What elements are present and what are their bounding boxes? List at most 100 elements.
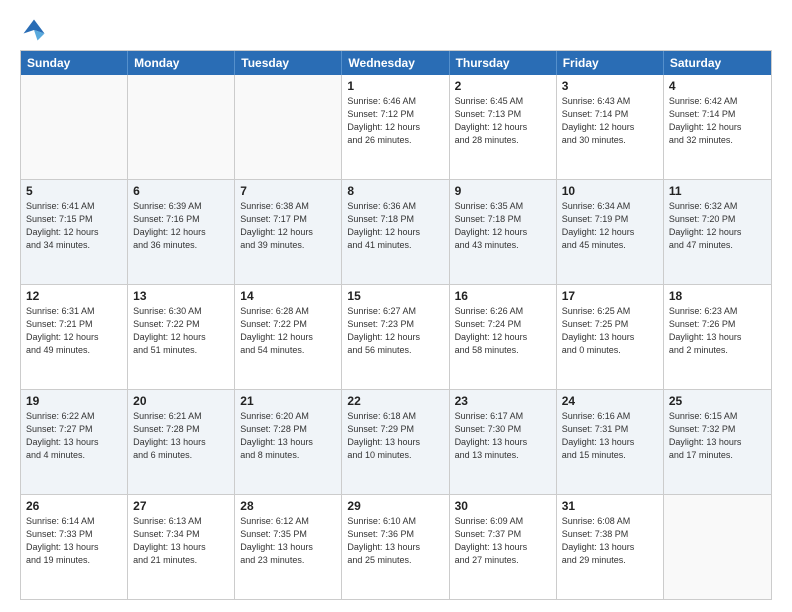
day-info: Sunrise: 6:45 AM Sunset: 7:13 PM Dayligh… [455, 95, 551, 147]
day-number: 19 [26, 394, 122, 408]
day-info: Sunrise: 6:28 AM Sunset: 7:22 PM Dayligh… [240, 305, 336, 357]
empty-day-cell [128, 75, 235, 179]
day-number: 13 [133, 289, 229, 303]
page: SundayMondayTuesdayWednesdayThursdayFrid… [0, 0, 792, 612]
day-info: Sunrise: 6:15 AM Sunset: 7:32 PM Dayligh… [669, 410, 766, 462]
logo [20, 16, 52, 44]
day-cell-31: 31 Sunrise: 6:08 AM Sunset: 7:38 PM Dayli… [557, 495, 664, 599]
day-header-thursday: Thursday [450, 51, 557, 75]
day-info: Sunrise: 6:38 AM Sunset: 7:17 PM Dayligh… [240, 200, 336, 252]
calendar-body: 1 Sunrise: 6:46 AM Sunset: 7:12 PM Daylig… [21, 75, 771, 599]
week-row-2: 5 Sunrise: 6:41 AM Sunset: 7:15 PM Daylig… [21, 180, 771, 285]
day-number: 8 [347, 184, 443, 198]
day-number: 16 [455, 289, 551, 303]
day-cell-18: 18 Sunrise: 6:23 AM Sunset: 7:26 PM Dayli… [664, 285, 771, 389]
day-cell-29: 29 Sunrise: 6:10 AM Sunset: 7:36 PM Dayli… [342, 495, 449, 599]
day-cell-19: 19Sunrise: 6:22 AM Sunset: 7:27 PM Dayli… [21, 390, 128, 494]
day-number: 6 [133, 184, 229, 198]
day-number: 31 [562, 499, 658, 513]
day-info: Sunrise: 6:14 AM Sunset: 7:33 PM Dayligh… [26, 515, 122, 567]
day-info: Sunrise: 6:39 AM Sunset: 7:16 PM Dayligh… [133, 200, 229, 252]
day-number: 4 [669, 79, 766, 93]
day-info: Sunrise: 6:23 AM Sunset: 7:26 PM Dayligh… [669, 305, 766, 357]
day-cell-20: 20Sunrise: 6:21 AM Sunset: 7:28 PM Dayli… [128, 390, 235, 494]
day-info: Sunrise: 6:18 AM Sunset: 7:29 PM Dayligh… [347, 410, 443, 462]
day-cell-21: 21Sunrise: 6:20 AM Sunset: 7:28 PM Dayli… [235, 390, 342, 494]
day-cell-28: 28 Sunrise: 6:12 AM Sunset: 7:35 PM Dayli… [235, 495, 342, 599]
day-info: Sunrise: 6:10 AM Sunset: 7:36 PM Dayligh… [347, 515, 443, 567]
day-cell-14: 14 Sunrise: 6:28 AM Sunset: 7:22 PM Dayli… [235, 285, 342, 389]
day-header-wednesday: Wednesday [342, 51, 449, 75]
day-number: 18 [669, 289, 766, 303]
day-info: Sunrise: 6:12 AM Sunset: 7:35 PM Dayligh… [240, 515, 336, 567]
day-info: Sunrise: 6:46 AM Sunset: 7:12 PM Dayligh… [347, 95, 443, 147]
day-number: 21 [240, 394, 336, 408]
day-info: Sunrise: 6:27 AM Sunset: 7:23 PM Dayligh… [347, 305, 443, 357]
day-number: 22 [347, 394, 443, 408]
day-number: 2 [455, 79, 551, 93]
day-info: Sunrise: 6:08 AM Sunset: 7:38 PM Dayligh… [562, 515, 658, 567]
day-info: Sunrise: 6:36 AM Sunset: 7:18 PM Dayligh… [347, 200, 443, 252]
day-info: Sunrise: 6:13 AM Sunset: 7:34 PM Dayligh… [133, 515, 229, 567]
day-info: Sunrise: 6:31 AM Sunset: 7:21 PM Dayligh… [26, 305, 122, 357]
day-cell-4: 4 Sunrise: 6:42 AM Sunset: 7:14 PM Daylig… [664, 75, 771, 179]
day-number: 26 [26, 499, 122, 513]
empty-day-cell [664, 495, 771, 599]
day-number: 23 [455, 394, 551, 408]
empty-day-cell [21, 75, 128, 179]
day-number: 10 [562, 184, 658, 198]
day-cell-10: 10 Sunrise: 6:34 AM Sunset: 7:19 PM Dayli… [557, 180, 664, 284]
day-cell-27: 27 Sunrise: 6:13 AM Sunset: 7:34 PM Dayli… [128, 495, 235, 599]
day-number: 1 [347, 79, 443, 93]
day-cell-25: 25 Sunrise: 6:15 AM Sunset: 7:32 PM Dayli… [664, 390, 771, 494]
day-info: Sunrise: 6:34 AM Sunset: 7:19 PM Dayligh… [562, 200, 658, 252]
day-cell-30: 30 Sunrise: 6:09 AM Sunset: 7:37 PM Dayli… [450, 495, 557, 599]
day-info: Sunrise: 6:42 AM Sunset: 7:14 PM Dayligh… [669, 95, 766, 147]
day-cell-11: 11 Sunrise: 6:32 AM Sunset: 7:20 PM Dayli… [664, 180, 771, 284]
day-number: 28 [240, 499, 336, 513]
day-info: Sunrise: 6:09 AM Sunset: 7:37 PM Dayligh… [455, 515, 551, 567]
day-info: Sunrise: 6:32 AM Sunset: 7:20 PM Dayligh… [669, 200, 766, 252]
day-number: 27 [133, 499, 229, 513]
day-number: 24 [562, 394, 658, 408]
day-number: 14 [240, 289, 336, 303]
day-number: 7 [240, 184, 336, 198]
day-cell-6: 6 Sunrise: 6:39 AM Sunset: 7:16 PM Daylig… [128, 180, 235, 284]
day-cell-15: 15Sunrise: 6:27 AM Sunset: 7:23 PM Dayli… [342, 285, 449, 389]
day-info: Sunrise: 6:25 AM Sunset: 7:25 PM Dayligh… [562, 305, 658, 357]
day-number: 20 [133, 394, 229, 408]
day-info: Sunrise: 6:43 AM Sunset: 7:14 PM Dayligh… [562, 95, 658, 147]
day-cell-9: 9Sunrise: 6:35 AM Sunset: 7:18 PM Daylig… [450, 180, 557, 284]
day-info: Sunrise: 6:41 AM Sunset: 7:15 PM Dayligh… [26, 200, 122, 252]
day-headers-row: SundayMondayTuesdayWednesdayThursdayFrid… [21, 51, 771, 75]
day-cell-1: 1 Sunrise: 6:46 AM Sunset: 7:12 PM Daylig… [342, 75, 449, 179]
day-header-monday: Monday [128, 51, 235, 75]
day-cell-8: 8 Sunrise: 6:36 AM Sunset: 7:18 PM Daylig… [342, 180, 449, 284]
day-number: 25 [669, 394, 766, 408]
day-number: 11 [669, 184, 766, 198]
week-row-5: 26 Sunrise: 6:14 AM Sunset: 7:33 PM Dayli… [21, 495, 771, 599]
week-row-1: 1 Sunrise: 6:46 AM Sunset: 7:12 PM Daylig… [21, 75, 771, 180]
day-cell-5: 5 Sunrise: 6:41 AM Sunset: 7:15 PM Daylig… [21, 180, 128, 284]
day-cell-26: 26 Sunrise: 6:14 AM Sunset: 7:33 PM Dayli… [21, 495, 128, 599]
day-cell-7: 7 Sunrise: 6:38 AM Sunset: 7:17 PM Daylig… [235, 180, 342, 284]
day-info: Sunrise: 6:26 AM Sunset: 7:24 PM Dayligh… [455, 305, 551, 357]
day-cell-24: 24 Sunrise: 6:16 AM Sunset: 7:31 PM Dayli… [557, 390, 664, 494]
day-header-friday: Friday [557, 51, 664, 75]
day-info: Sunrise: 6:16 AM Sunset: 7:31 PM Dayligh… [562, 410, 658, 462]
logo-icon [20, 16, 48, 44]
day-number: 17 [562, 289, 658, 303]
day-cell-17: 17 Sunrise: 6:25 AM Sunset: 7:25 PM Dayli… [557, 285, 664, 389]
day-info: Sunrise: 6:17 AM Sunset: 7:30 PM Dayligh… [455, 410, 551, 462]
week-row-3: 12 Sunrise: 6:31 AM Sunset: 7:21 PM Dayli… [21, 285, 771, 390]
day-cell-13: 13Sunrise: 6:30 AM Sunset: 7:22 PM Dayli… [128, 285, 235, 389]
day-number: 5 [26, 184, 122, 198]
calendar: SundayMondayTuesdayWednesdayThursdayFrid… [20, 50, 772, 600]
day-number: 12 [26, 289, 122, 303]
day-cell-2: 2 Sunrise: 6:45 AM Sunset: 7:13 PM Daylig… [450, 75, 557, 179]
day-number: 30 [455, 499, 551, 513]
day-cell-3: 3Sunrise: 6:43 AM Sunset: 7:14 PM Daylig… [557, 75, 664, 179]
day-number: 29 [347, 499, 443, 513]
day-header-sunday: Sunday [21, 51, 128, 75]
day-cell-16: 16 Sunrise: 6:26 AM Sunset: 7:24 PM Dayli… [450, 285, 557, 389]
